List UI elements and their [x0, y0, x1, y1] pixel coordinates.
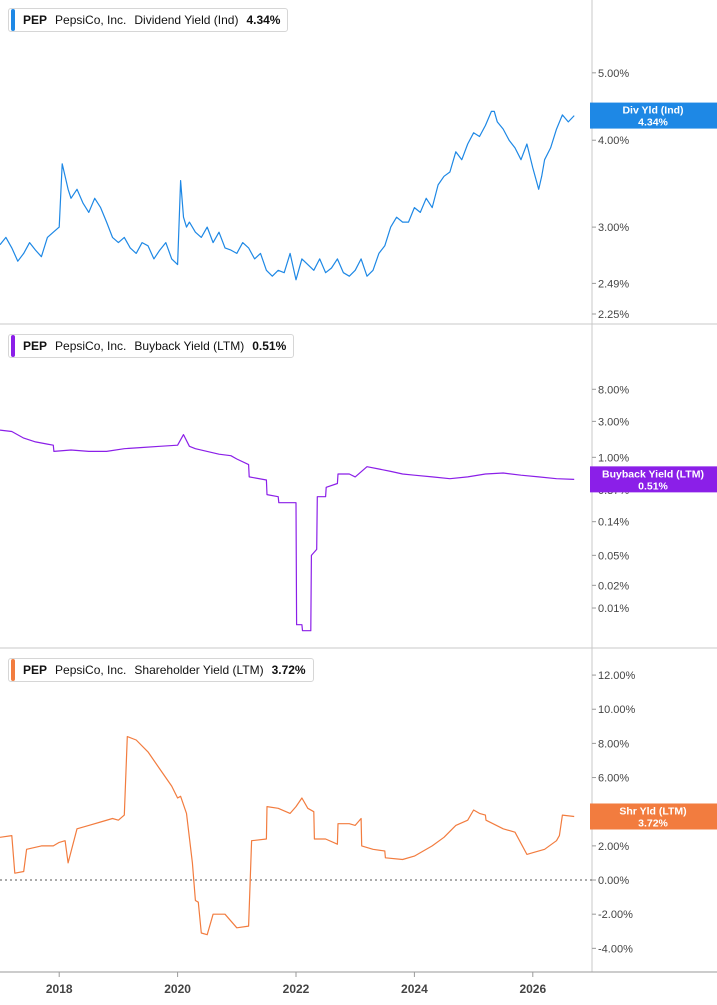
y-tick-label: 1.00% — [598, 452, 629, 464]
y-tick-label: 8.00% — [598, 738, 629, 750]
value-badge-value: 3.72% — [638, 817, 668, 829]
y-tick-label: 10.00% — [598, 704, 636, 716]
value-badge-label: Buyback Yield (LTM) — [602, 468, 704, 480]
y-tick-label: -4.00% — [598, 943, 633, 955]
y-tick-label: 0.02% — [598, 580, 629, 592]
y-tick-label: 8.00% — [598, 384, 629, 396]
x-tick-label: 2020 — [164, 982, 191, 996]
y-tick-label: 2.25% — [598, 309, 629, 321]
y-tick-label: 12.00% — [598, 670, 636, 682]
series-line — [0, 110, 575, 281]
y-tick-label: 6.00% — [598, 773, 629, 785]
x-tick-label: 2024 — [401, 982, 428, 996]
series-line — [0, 736, 575, 936]
y-tick-label: 0.05% — [598, 550, 629, 562]
y-tick-label: 0.14% — [598, 517, 629, 529]
x-tick-label: 2018 — [46, 982, 73, 996]
value-badge-value: 4.34% — [638, 117, 668, 129]
y-tick-label: 0.01% — [598, 603, 629, 615]
value-badge-label: Div Yld (Ind) — [622, 105, 683, 117]
yield-charts[interactable]: 5.00% 4.00% 3.00% 2.49% 2.25% Div Yld (Ind)4.… — [0, 0, 717, 1005]
y-tick-label: 5.00% — [598, 68, 629, 80]
y-tick-label: 2.00% — [598, 841, 629, 853]
y-tick-label: 3.00% — [598, 222, 629, 234]
y-tick-label: 0.00% — [598, 875, 629, 887]
series-line — [0, 429, 575, 632]
y-tick-label: -2.00% — [598, 909, 633, 921]
x-tick-label: 2022 — [283, 982, 310, 996]
y-tick-label: 4.00% — [598, 135, 629, 147]
y-tick-label: 3.00% — [598, 416, 629, 428]
x-tick-label: 2026 — [519, 982, 546, 996]
value-badge-value: 0.51% — [638, 480, 668, 492]
y-tick-label: 2.49% — [598, 278, 629, 290]
value-badge-label: Shr Yld (LTM) — [619, 805, 686, 817]
